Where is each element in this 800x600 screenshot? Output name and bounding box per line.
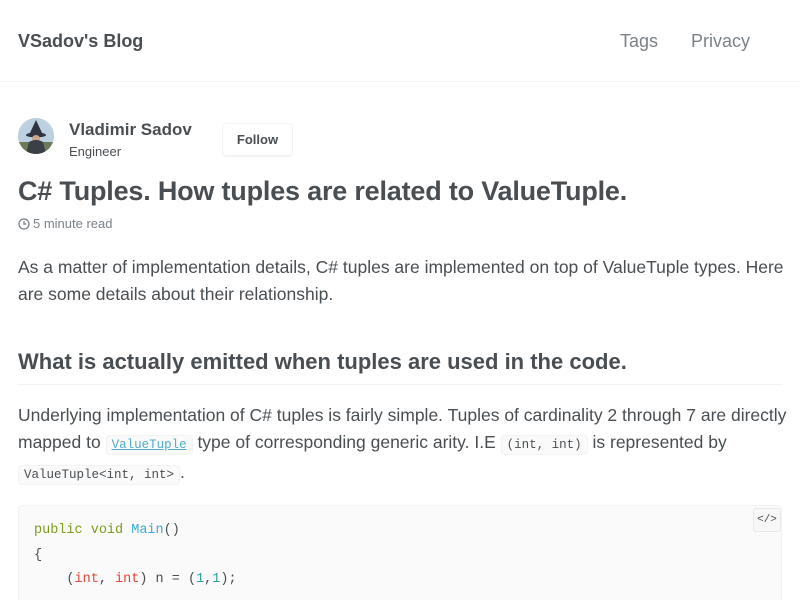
author-avatar[interactable] bbox=[18, 118, 54, 154]
code-punct: { bbox=[34, 547, 43, 563]
inline-code-valuetuple: ValueTuple bbox=[105, 435, 193, 455]
code-copy-button[interactable]: </> bbox=[753, 508, 781, 532]
inline-code-tuple: (int, int) bbox=[500, 435, 588, 455]
section-heading: What is actually emitted when tuples are… bbox=[18, 349, 782, 385]
code-keyword: public bbox=[34, 523, 83, 538]
code-number: 1 bbox=[196, 572, 205, 587]
inline-code-valuetuple-generic: ValueTuple<int, int> bbox=[18, 465, 181, 485]
code-punct: , bbox=[98, 572, 116, 587]
clock-icon bbox=[18, 217, 30, 230]
code-punct: ) n = ( bbox=[139, 572, 197, 587]
code-block: public void Main() { (int, int) n = (1,1… bbox=[18, 505, 782, 600]
code-punct: ); bbox=[220, 572, 237, 587]
intro-paragraph: As a matter of implementation details, C… bbox=[18, 257, 784, 304]
site-title-link[interactable]: VSadov's Blog bbox=[18, 31, 143, 52]
code-type: int bbox=[74, 572, 99, 587]
follow-button[interactable]: Follow bbox=[222, 123, 293, 156]
masthead: VSadov's Blog Tags Privacy bbox=[0, 0, 800, 82]
valuetuple-link[interactable]: ValueTuple bbox=[105, 432, 193, 455]
body-paragraph: Underlying implementation of C# tuples i… bbox=[18, 402, 798, 489]
author-name[interactable]: Vladimir Sadov bbox=[69, 120, 192, 140]
para-text-4: . bbox=[180, 462, 185, 482]
code-punct: ( bbox=[66, 572, 75, 587]
read-time-label: 5 minute read bbox=[33, 216, 113, 231]
author-role: Engineer bbox=[69, 144, 122, 159]
para-text-2: type of corresponding generic arity. I.E bbox=[192, 432, 501, 452]
code-copy-icon: </> bbox=[757, 514, 777, 526]
nav-link-privacy[interactable]: Privacy bbox=[691, 31, 750, 52]
code-punct: () bbox=[163, 523, 180, 538]
nav-link-tags[interactable]: Tags bbox=[620, 31, 658, 52]
para-text-3: is represented by bbox=[587, 432, 727, 452]
wizard-avatar-icon bbox=[18, 118, 54, 154]
code-content: public void Main() { (int, int) n = (1,1… bbox=[34, 519, 237, 593]
code-type: int bbox=[115, 572, 140, 587]
read-time: 5 minute read bbox=[18, 216, 113, 231]
code-function-name: Main bbox=[131, 523, 164, 538]
code-keyword: void bbox=[90, 523, 124, 538]
post-title: C# Tuples. How tuples are related to Val… bbox=[18, 176, 628, 206]
